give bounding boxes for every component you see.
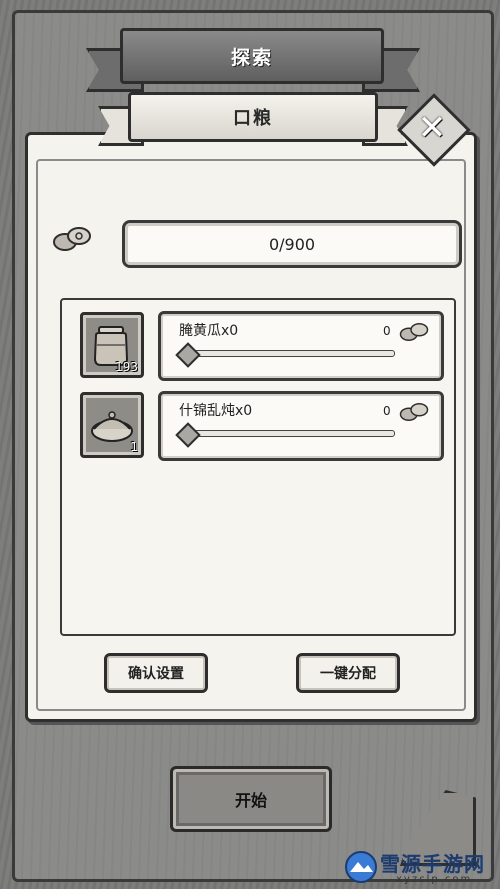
site-watermark: 雪源手游网 xyzclp.com <box>340 846 500 889</box>
item-qty: 0 <box>383 324 391 338</box>
item-qty: 0 <box>383 404 391 418</box>
list-item: 什锦乱炖x0 0 <box>158 391 444 461</box>
item-count: 1 <box>130 440 138 454</box>
ration-total-value: 0/900 <box>268 234 316 254</box>
list-item: 腌黄瓜x0 0 <box>158 311 444 381</box>
slider-knob-icon <box>175 422 201 448</box>
explore-banner: 探索 <box>120 28 384 84</box>
confirm-settings-button[interactable]: 确认设置 <box>104 653 208 693</box>
ration-banner: 口粮 <box>128 92 378 142</box>
item-name: 腌黄瓜x0 <box>179 323 239 339</box>
slider-handle[interactable] <box>175 422 201 448</box>
item-icon-stew[interactable]: 1 <box>80 392 144 458</box>
start-button[interactable]: 开始 <box>170 766 332 832</box>
start-label: 开始 <box>234 791 267 810</box>
ration-total-display: 0/900 <box>122 220 462 268</box>
watermark-title: 雪源手游网 <box>380 852 485 876</box>
watermark-url: xyzclp.com <box>396 874 473 885</box>
coin-icon <box>399 323 429 341</box>
auto-allocate-button[interactable]: 一键分配 <box>296 653 400 693</box>
item-count: 193 <box>115 360 138 374</box>
explore-title: 探索 <box>230 46 273 69</box>
coin-icon <box>53 227 91 251</box>
slider-track[interactable] <box>179 430 395 437</box>
slider-knob-icon <box>175 342 201 368</box>
slider-track[interactable] <box>179 350 395 357</box>
close-button[interactable]: ✕ <box>397 93 471 167</box>
coin-icon <box>399 403 429 421</box>
watermark-logo-icon <box>345 851 377 883</box>
item-name: 什锦乱炖x0 <box>179 403 253 419</box>
slider-handle[interactable] <box>175 342 201 368</box>
ration-title: 口粮 <box>233 108 273 129</box>
confirm-settings-label: 确认设置 <box>128 666 184 682</box>
item-icon-pickle[interactable]: 193 <box>80 312 144 378</box>
auto-allocate-label: 一键分配 <box>320 666 376 682</box>
close-icon: ✕ <box>417 108 447 148</box>
